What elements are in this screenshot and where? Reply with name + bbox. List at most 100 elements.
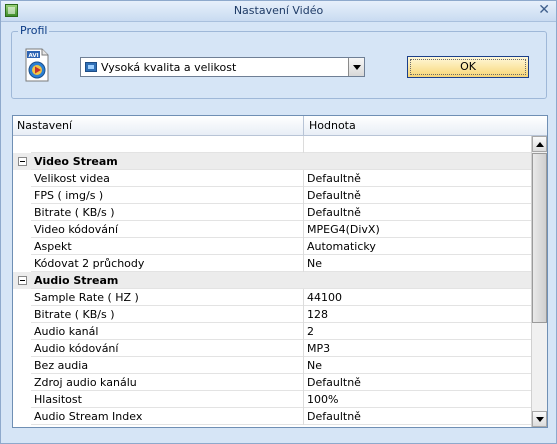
row-gutter	[13, 238, 31, 255]
setting-name: Aspekt	[34, 240, 72, 253]
row-gutter	[13, 221, 31, 238]
row-gutter	[13, 323, 31, 340]
setting-value[interactable]: Defaultně	[307, 376, 361, 389]
profile-group: Profil AVI Vysoká kvalita a velikost OK	[11, 24, 547, 99]
cell-divider	[303, 238, 304, 255]
row-gutter	[13, 204, 31, 221]
close-icon[interactable]: ✕	[538, 2, 550, 18]
vertical-scrollbar[interactable]	[531, 136, 547, 427]
setting-name: Audio kanál	[34, 325, 99, 338]
column-header-setting[interactable]: Nastavení	[17, 119, 72, 132]
column-header-value[interactable]: Hodnota	[309, 119, 356, 132]
table-row[interactable]: Aspekt Automaticky	[13, 238, 531, 255]
scroll-up-icon[interactable]	[532, 136, 547, 152]
table-row[interactable]: FPS ( img/s ) Defaultně	[13, 187, 531, 204]
category-audio-stream[interactable]: Audio Stream	[13, 272, 531, 289]
settings-grid: Nastavení Hodnota Video Stream Velikost …	[12, 115, 548, 428]
setting-name: Bitrate ( KB/s )	[34, 206, 115, 219]
setting-value[interactable]: 44100	[307, 291, 342, 304]
cell-divider	[303, 340, 304, 357]
film-icon	[85, 62, 97, 72]
cell-divider	[303, 136, 304, 153]
setting-value[interactable]: Defaultně	[307, 410, 361, 423]
row-gutter	[13, 136, 31, 153]
category-label: Video Stream	[34, 155, 118, 168]
setting-value[interactable]: Defaultně	[307, 189, 361, 202]
row-gutter	[13, 187, 31, 204]
window-title: Nastavení Vidéo	[233, 4, 324, 17]
profile-dropdown[interactable]: Vysoká kvalita a velikost	[80, 57, 365, 77]
row-gutter	[13, 340, 31, 357]
setting-value[interactable]: 100%	[307, 393, 338, 406]
row-gutter	[13, 306, 31, 323]
setting-value[interactable]: MP3	[307, 342, 330, 355]
setting-name: Velikost videa	[34, 172, 110, 185]
collapse-icon[interactable]	[18, 276, 27, 285]
setting-name: Hlasitost	[34, 393, 82, 406]
grid-rows: Video Stream Velikost videa Defaultně FPS…	[13, 136, 531, 425]
row-gutter	[13, 289, 31, 306]
table-row[interactable]: Bitrate ( KB/s ) 128	[13, 306, 531, 323]
row-gutter	[13, 408, 31, 425]
collapse-icon[interactable]	[18, 157, 27, 166]
dropdown-arrow-icon[interactable]	[348, 58, 364, 76]
setting-value[interactable]: MPEG4(DivX)	[307, 223, 380, 236]
table-row[interactable]: Bez audia Ne	[13, 357, 531, 374]
cell-divider	[303, 357, 304, 374]
row-gutter	[13, 374, 31, 391]
setting-name: Kódovat 2 průchody	[34, 257, 145, 270]
cell-divider	[303, 306, 304, 323]
category-video-stream[interactable]: Video Stream	[13, 153, 531, 170]
row-gutter	[13, 391, 31, 408]
setting-name: Bez audia	[34, 359, 89, 372]
scroll-thumb[interactable]	[532, 153, 547, 323]
cell-divider	[303, 255, 304, 272]
setting-value[interactable]: 128	[307, 308, 328, 321]
cell-divider	[303, 408, 304, 425]
settings-window: Nastavení Vidéo ✕ Profil AVI Vysoká kval…	[0, 0, 557, 444]
table-row[interactable]: Video kódování MPEG4(DivX)	[13, 221, 531, 238]
setting-value[interactable]: 2	[307, 325, 314, 338]
svg-text:AVI: AVI	[29, 53, 39, 59]
table-row[interactable]: Hlasitost 100%	[13, 391, 531, 408]
setting-value[interactable]: Defaultně	[307, 206, 361, 219]
setting-value[interactable]: Ne	[307, 359, 322, 372]
cell-divider	[303, 170, 304, 187]
setting-name: FPS ( img/s )	[34, 189, 104, 202]
setting-name: Audio kódování	[34, 342, 119, 355]
cell-divider	[303, 374, 304, 391]
setting-name: Sample Rate ( HZ )	[34, 291, 139, 304]
profile-group-label: Profil	[18, 24, 50, 37]
profile-selected-value: Vysoká kvalita a velikost	[101, 61, 237, 74]
setting-name: Zdroj audio kanálu	[34, 376, 137, 389]
table-row[interactable]: Bitrate ( KB/s ) Defaultně	[13, 204, 531, 221]
row-gutter	[13, 170, 31, 187]
cell-divider	[303, 289, 304, 306]
table-row[interactable]: Kódovat 2 průchody Ne	[13, 255, 531, 272]
setting-name: Video kódování	[34, 223, 119, 236]
table-row[interactable]: Audio kanál 2	[13, 323, 531, 340]
table-row[interactable]: Velikost videa Defaultně	[13, 170, 531, 187]
title-bar[interactable]: Nastavení Vidéo ✕	[1, 1, 556, 22]
table-row[interactable]: Sample Rate ( HZ ) 44100	[13, 289, 531, 306]
scroll-down-icon[interactable]	[532, 411, 547, 427]
column-divider[interactable]	[303, 116, 304, 135]
table-row[interactable]: Audio kódování MP3	[13, 340, 531, 357]
setting-value[interactable]: Defaultně	[307, 172, 361, 185]
cell-divider	[303, 204, 304, 221]
avi-file-icon: AVI	[25, 48, 49, 82]
cell-divider	[303, 323, 304, 340]
category-label: Audio Stream	[34, 274, 119, 287]
table-row[interactable]: Zdroj audio kanálu Defaultně	[13, 374, 531, 391]
setting-value[interactable]: Ne	[307, 257, 322, 270]
table-row[interactable]: Audio Stream Index Defaultně	[13, 408, 531, 425]
row-gutter	[13, 357, 31, 374]
grid-header: Nastavení Hodnota	[13, 116, 547, 136]
setting-name: Audio Stream Index	[34, 410, 143, 423]
ok-button[interactable]: OK	[407, 56, 529, 78]
cell-divider	[303, 187, 304, 204]
setting-value[interactable]: Automaticky	[307, 240, 376, 253]
table-row[interactable]	[13, 136, 531, 153]
cell-divider	[303, 221, 304, 238]
row-gutter	[13, 255, 31, 272]
